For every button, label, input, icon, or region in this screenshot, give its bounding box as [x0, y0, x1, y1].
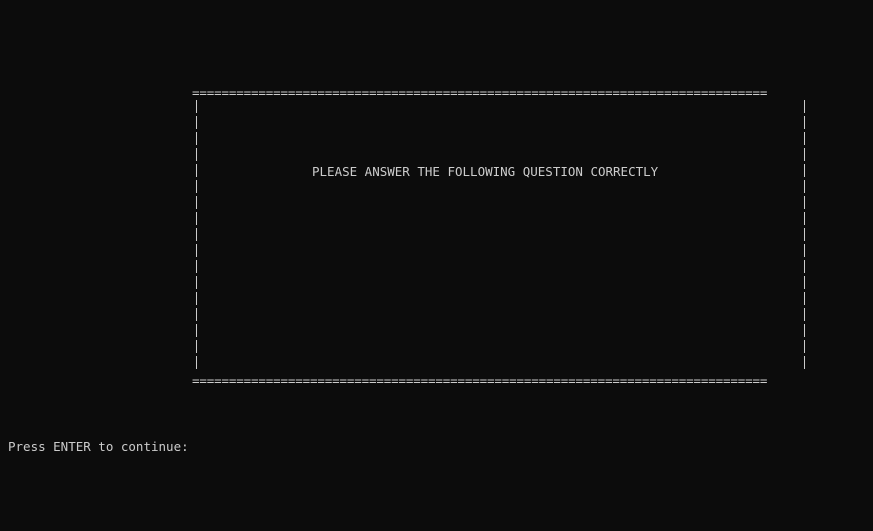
box-left-border: [196, 100, 197, 372]
console-window[interactable]: ========================================…: [0, 0, 873, 531]
box-bottom-border: ========================================…: [192, 374, 768, 388]
continue-prompt-text: Press ENTER to continue:: [8, 439, 189, 454]
box-message: PLEASE ANSWER THE FOLLOWING QUESTION COR…: [312, 164, 659, 179]
box-right-border: [804, 100, 805, 372]
box-top-border: ========================================…: [192, 86, 768, 100]
continue-prompt-line[interactable]: Press ENTER to continue:: [8, 437, 189, 454]
